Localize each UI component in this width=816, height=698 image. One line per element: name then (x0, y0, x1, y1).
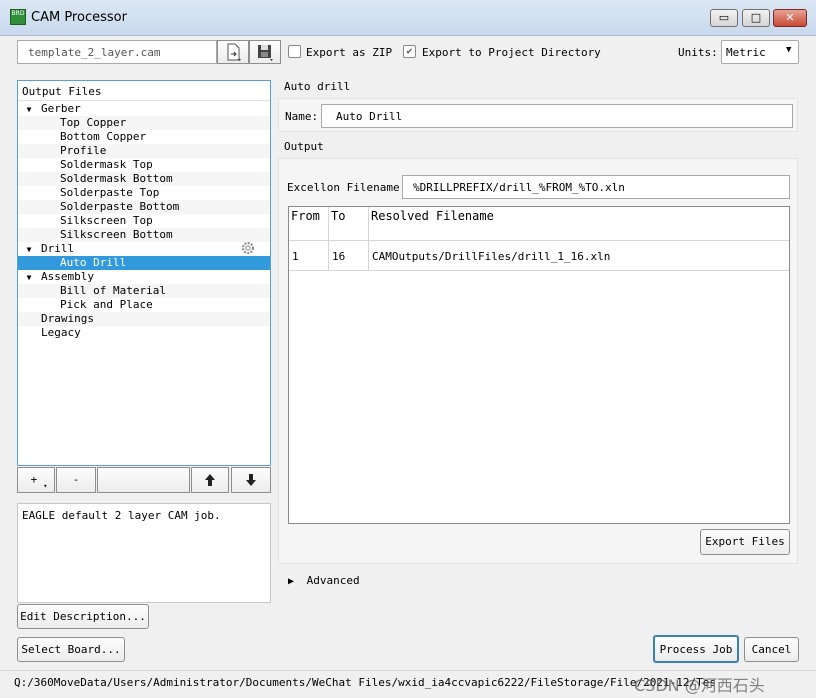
output-files-tree[interactable]: Output Files ▼ Gerber Top Copper Bottom Cop… (17, 80, 271, 466)
table-row[interactable]: 1 16 CAMOutputs/DrillFiles/drill_1_16.xl… (289, 241, 789, 271)
excellon-filename-input[interactable]: %DRILLPREFIX/drill_%FROM_%TO.xln (402, 175, 790, 199)
status-bar: Q:/360MoveData/Users/Administrator/Docum… (0, 670, 816, 698)
output-panel: Excellon Filename: %DRILLPREFIX/drill_%F… (278, 158, 798, 564)
tree-item[interactable]: Soldermask Top (18, 158, 270, 172)
name-label: Name: (285, 110, 319, 123)
tree-item-label: Silkscreen Top (60, 214, 153, 227)
tree-item[interactable]: Legacy (18, 326, 270, 340)
units-value: Metric (726, 46, 766, 59)
tree-item[interactable]: ▼ Gerber (18, 102, 270, 116)
tree-item-label: Bill of Material (60, 284, 166, 297)
arrow-down-icon (246, 474, 256, 486)
drill-files-table[interactable]: From To Resolved Filename 1 16 CAMOutput… (288, 206, 790, 524)
column-header-to[interactable]: To (329, 207, 369, 241)
tree-item-label: Drill (41, 242, 75, 255)
tree-item-label: Solderpaste Top (60, 186, 160, 199)
name-input[interactable]: Auto Drill (321, 104, 793, 128)
export-files-button[interactable]: Export Files (700, 529, 790, 555)
tree-item-label: Assembly (41, 270, 94, 283)
cancel-button[interactable]: Cancel (744, 637, 799, 662)
edit-description-button[interactable]: Edit Description... (17, 604, 149, 629)
tree-item-label: Solderpaste Bottom (60, 200, 180, 213)
tree-item-label: Silkscreen Bottom (60, 228, 173, 241)
close-button[interactable]: ✕ (773, 9, 807, 27)
column-header-resolved[interactable]: Resolved Filename (369, 207, 789, 241)
cell-resolved: CAMOutputs/DrillFiles/drill_1_16.xln (372, 250, 611, 263)
template-filename-field[interactable]: template_2_layer.cam (17, 40, 217, 64)
expand-arrow-icon: ▶ (288, 576, 295, 587)
arrow-up-icon (205, 474, 215, 486)
advanced-expander[interactable]: ▶ Advanced (288, 574, 360, 587)
tree-item-label: Legacy (41, 326, 81, 339)
select-board-button[interactable]: Select Board... (17, 637, 125, 662)
tree-item-label: Bottom Copper (60, 130, 147, 143)
move-up-button[interactable] (191, 467, 229, 493)
expand-arrow-icon[interactable]: ▼ (24, 103, 34, 117)
advanced-label: Advanced (306, 574, 360, 587)
export-zip-label: Export as ZIP (306, 46, 393, 59)
tree-item[interactable]: Solderpaste Bottom (18, 200, 270, 214)
name-panel: Name: Auto Drill (278, 98, 798, 132)
gear-icon[interactable] (240, 240, 256, 256)
add-output-button[interactable]: + ▾ (17, 467, 55, 493)
process-job-button[interactable]: Process Job (653, 635, 739, 663)
new-file-button[interactable] (217, 40, 249, 64)
export-project-checkbox[interactable]: ✔ (403, 45, 416, 58)
move-down-button[interactable] (231, 467, 271, 493)
tree-item[interactable]: Auto Drill (18, 256, 270, 270)
units-label: Units: (678, 46, 718, 59)
column-header-from[interactable]: From (289, 207, 329, 241)
tree-toolbar-spacer (97, 467, 190, 493)
remove-output-button[interactable]: - (56, 467, 96, 493)
tree-item-label: Gerber (41, 102, 81, 115)
chevron-down-icon: ▾ (43, 482, 48, 490)
tree-item-label: Profile (60, 144, 107, 157)
tree-item-label: Auto Drill (60, 256, 127, 269)
units-select[interactable]: Metric ▼ (721, 40, 799, 64)
tree-item-label: Pick and Place (60, 298, 153, 311)
output-title: Output (284, 140, 324, 153)
status-path: Q:/360MoveData/Users/Administrator/Docum… (14, 676, 714, 689)
tree-item[interactable]: Soldermask Bottom (18, 172, 270, 186)
tree-header: Output Files (18, 81, 270, 101)
tree-item[interactable]: ▼ Assembly (18, 270, 270, 284)
save-icon (258, 45, 273, 61)
tree-item[interactable]: ▼ Drill (18, 242, 270, 256)
cell-from: 1 (289, 241, 329, 271)
title-bar: BRD CAM Processor ▭ □ ✕ (0, 0, 816, 36)
tree-item[interactable]: Silkscreen Top (18, 214, 270, 228)
minimize-button[interactable]: ▭ (710, 9, 738, 27)
maximize-button[interactable]: □ (742, 9, 770, 27)
export-project-label: Export to Project Directory (422, 46, 601, 59)
watermark: CSDN @河西石头 (634, 676, 765, 695)
tree-item[interactable]: Bottom Copper (18, 130, 270, 144)
chevron-down-icon: ▼ (786, 45, 792, 55)
add-label: + (30, 473, 38, 486)
tree-item[interactable]: Top Copper (18, 116, 270, 130)
cell-to: 16 (329, 241, 369, 271)
expand-arrow-icon[interactable]: ▼ (24, 243, 34, 257)
export-zip-checkbox[interactable] (288, 45, 301, 58)
window-title: CAM Processor (31, 10, 127, 25)
expand-arrow-icon[interactable]: ▼ (24, 271, 34, 285)
tree-item[interactable]: Pick and Place (18, 298, 270, 312)
tree-item[interactable]: Silkscreen Bottom (18, 228, 270, 242)
new-file-icon (227, 43, 241, 61)
excellon-label: Excellon Filename: (287, 181, 407, 194)
tree-item[interactable]: Profile (18, 144, 270, 158)
app-icon: BRD (10, 9, 26, 25)
tree-item-label: Soldermask Top (60, 158, 153, 171)
tree-item-label: Top Copper (60, 116, 127, 129)
tree-item[interactable]: Drawings (18, 312, 270, 326)
section-title: Auto drill (284, 80, 351, 93)
description-box: EAGLE default 2 layer CAM job. (17, 503, 271, 603)
save-button[interactable] (249, 40, 281, 64)
tree-item-label: Drawings (41, 312, 94, 325)
tree-item-label: Soldermask Bottom (60, 172, 173, 185)
tree-item[interactable]: Solderpaste Top (18, 186, 270, 200)
table-header-row: From To Resolved Filename (289, 207, 789, 241)
tree-item[interactable]: Bill of Material (18, 284, 270, 298)
